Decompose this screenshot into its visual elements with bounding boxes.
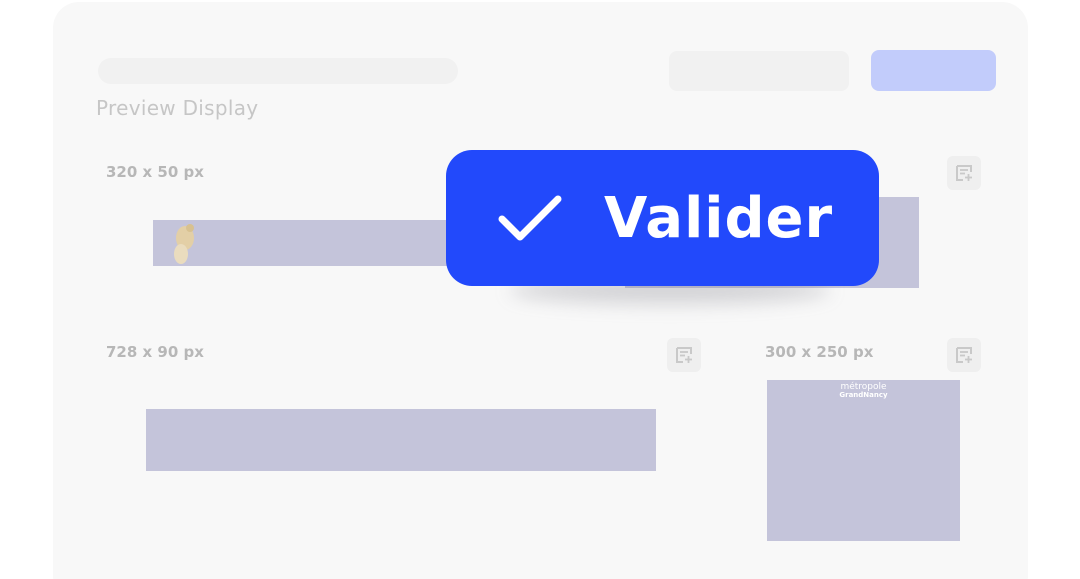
validate-button-label: Valider xyxy=(604,185,834,251)
size-label-728x90: 728 x 90 px xyxy=(106,343,204,361)
ad-preview-300x250: métropole GrandNancy xyxy=(767,380,960,541)
primary-button[interactable] xyxy=(871,50,996,91)
note-add-icon xyxy=(676,347,692,363)
check-icon xyxy=(498,195,562,241)
ad-preview-320x50 xyxy=(153,220,453,266)
add-note-button[interactable] xyxy=(667,338,701,372)
secondary-button[interactable] xyxy=(669,51,849,91)
app-stage: Preview Display 320 x 50 px 728 x 90 px xyxy=(0,0,1080,579)
note-add-icon xyxy=(956,347,972,363)
ad-figure-image xyxy=(174,224,194,264)
note-add-icon xyxy=(956,165,972,181)
validate-button[interactable]: Valider xyxy=(446,150,879,286)
size-label-300x250: 300 x 250 px xyxy=(765,343,874,361)
add-note-button[interactable] xyxy=(947,156,981,190)
section-title: Preview Display xyxy=(96,96,259,120)
ad-logo-line2: GrandNancy xyxy=(839,391,888,399)
ad-preview-728x90 xyxy=(146,409,656,471)
size-label-320x50: 320 x 50 px xyxy=(106,163,204,181)
title-placeholder xyxy=(98,58,458,84)
add-note-button[interactable] xyxy=(947,338,981,372)
